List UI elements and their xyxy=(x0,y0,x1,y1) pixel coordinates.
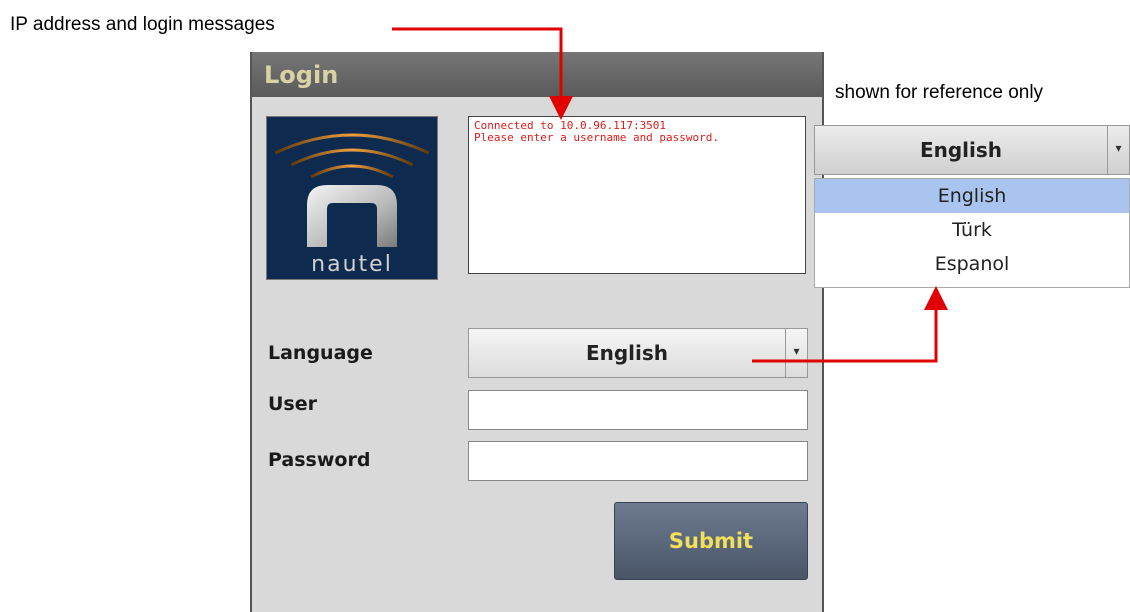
annotation-arrows xyxy=(392,27,948,363)
arrow-to-message-box xyxy=(392,27,573,120)
arrow-to-reference-list xyxy=(752,286,948,363)
